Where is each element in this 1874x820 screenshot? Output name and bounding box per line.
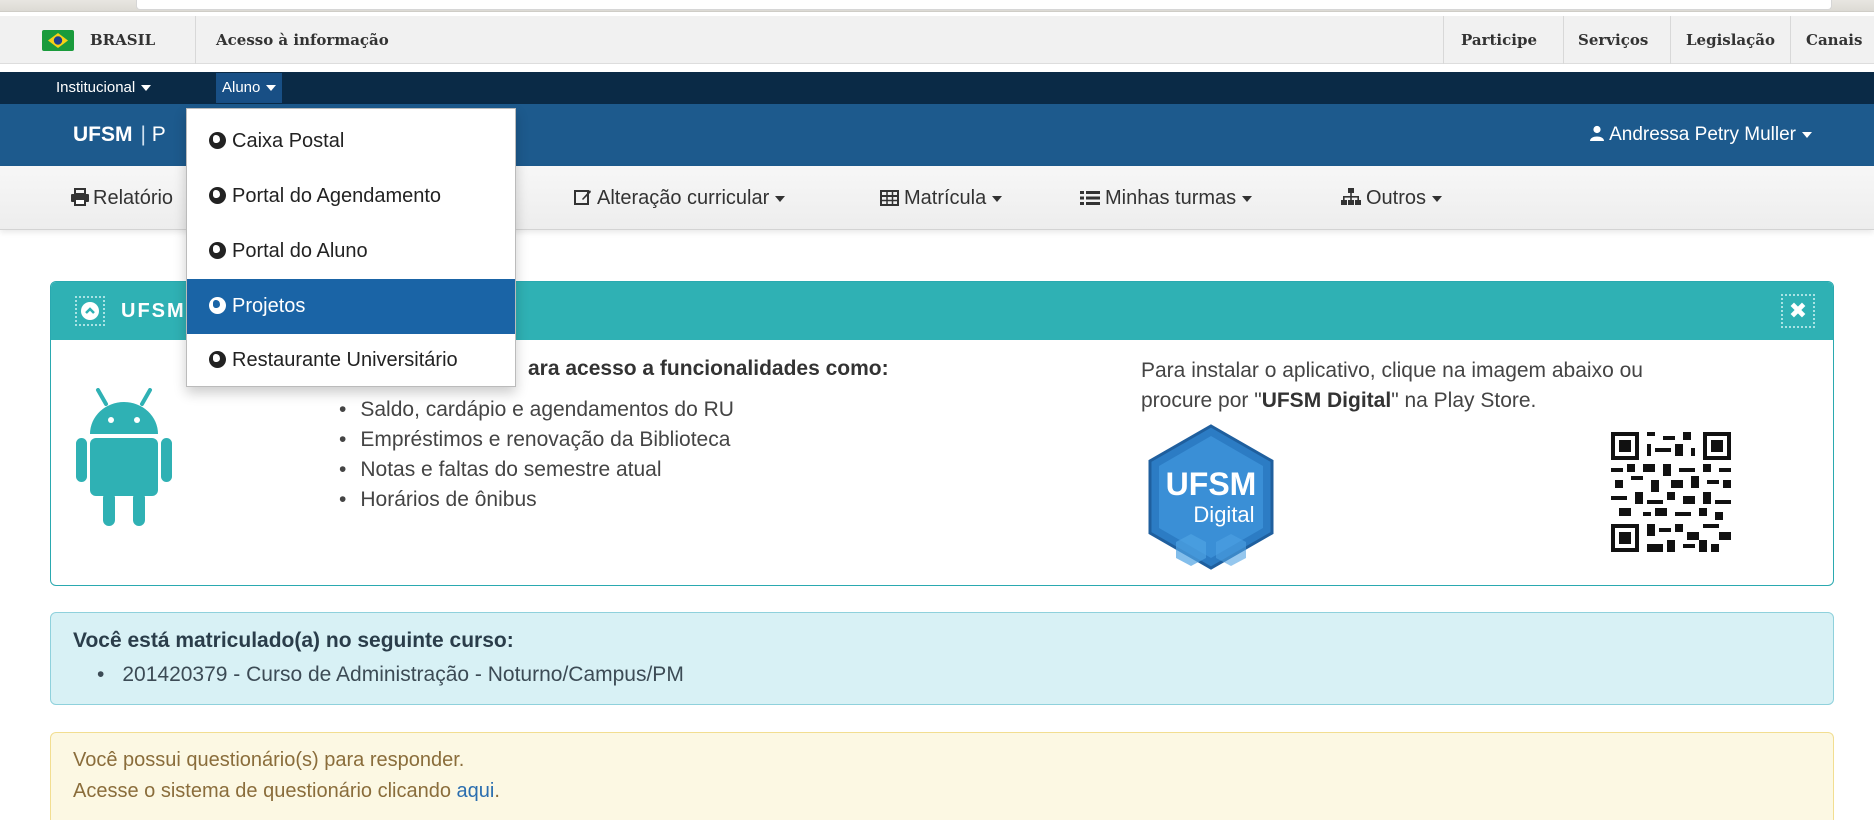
install-instructions: Para instalar o aplicativo, clique na im…: [1141, 356, 1701, 416]
features-intro: ara acesso a funcionalidades como:: [528, 357, 889, 380]
dropdown-item-portal-agendamento[interactable]: Portal do Agendamento: [187, 169, 515, 224]
logo-text-digital: Digital: [1193, 502, 1255, 527]
list-icon: [1080, 191, 1100, 205]
course-info-title: Você está matriculado(a) no seguinte cur…: [73, 629, 514, 652]
feature-item: Empréstimos e renovação da Biblioteca: [339, 425, 734, 455]
brand-suffix: P: [151, 123, 166, 146]
caret-down-icon: [992, 195, 1003, 202]
aluno-dropdown-menu: Caixa Postal Portal do Agendamento Porta…: [186, 108, 516, 387]
sitemap-icon: [1341, 188, 1361, 205]
institucional-label: Institucional: [56, 79, 136, 96]
dropdown-item-label: Projetos: [232, 295, 306, 317]
questionnaire-link[interactable]: aqui: [457, 780, 495, 802]
android-icon: [76, 388, 172, 526]
questionnaire-alert: Você possui questionário(s) para respond…: [50, 732, 1834, 820]
logo-text-ufsm: UFSM: [1165, 466, 1257, 502]
ufsm-digital-logo[interactable]: UFSM Digital: [1146, 424, 1276, 570]
dropdown-item-caixa-postal[interactable]: Caixa Postal: [187, 114, 515, 169]
close-panel-button[interactable]: ✖: [1781, 294, 1815, 328]
close-icon: ✖: [1788, 298, 1808, 323]
dropdown-item-portal-aluno[interactable]: Portal do Aluno: [187, 224, 515, 279]
feature-item: Saldo, cardápio e agendamentos do RU: [339, 395, 734, 425]
acesso-informacao-link[interactable]: Acesso à informação: [216, 16, 389, 64]
chevron-up-icon: [85, 307, 95, 314]
printer-icon: [71, 188, 89, 206]
questionnaire-message: Você possui questionário(s) para respond…: [73, 749, 465, 771]
canais-link[interactable]: Canais: [1806, 16, 1862, 64]
dropdown-item-restaurante-universitario[interactable]: Restaurante Universitário: [187, 333, 515, 388]
questionnaire-instructions-end: .: [494, 780, 500, 802]
install-app-name: UFSM Digital: [1261, 389, 1392, 412]
menu-outros[interactable]: Outros: [1341, 166, 1443, 230]
participe-link[interactable]: Participe: [1461, 16, 1537, 64]
collapse-button[interactable]: [75, 296, 105, 326]
caret-down-icon: [1432, 195, 1443, 202]
brand-label: UFSM: [73, 123, 133, 146]
institutional-bar: Institucional Aluno: [0, 72, 1874, 104]
user-name: Andressa Petry Muller: [1609, 124, 1796, 145]
feature-item: Horários de ônibus: [339, 485, 734, 515]
menu-matricula[interactable]: Matrícula: [880, 166, 1003, 230]
caret-down-icon: [266, 85, 277, 92]
globe-icon: [209, 132, 226, 149]
menu-alteracao-label: Alteração curricular: [597, 187, 770, 209]
globe-icon: [209, 187, 226, 204]
aluno-label: Aluno: [222, 79, 261, 96]
dropdown-item-label: Portal do Aluno: [232, 240, 368, 262]
caret-down-icon: [1802, 131, 1812, 138]
feature-item: Notas e faltas do semestre atual: [339, 455, 734, 485]
institucional-menu[interactable]: Institucional: [56, 72, 152, 104]
panel-title: UFSM: [121, 300, 186, 322]
user-icon: [1590, 125, 1605, 141]
brazil-flag-icon[interactable]: [42, 30, 74, 51]
brasil-link[interactable]: BRASIL: [90, 16, 155, 64]
menu-alteracao-curricular[interactable]: Alteração curricular: [574, 166, 786, 230]
user-menu[interactable]: Andressa Petry Muller: [1589, 104, 1812, 166]
government-bar: BRASIL Acesso à informação Participe Ser…: [0, 16, 1874, 64]
dropdown-item-label: Caixa Postal: [232, 130, 345, 152]
menu-relatorios-label: Relatório: [93, 187, 174, 209]
dropdown-item-label: Restaurante Universitário: [232, 349, 458, 371]
menu-outros-label: Outros: [1366, 187, 1427, 209]
legislacao-link[interactable]: Legislação: [1686, 16, 1775, 64]
menu-minhas-turmas-label: Minhas turmas: [1105, 187, 1237, 209]
qr-code-image[interactable]: [1611, 431, 1731, 553]
course-item: 201420379 - Curso de Administração - Not…: [97, 663, 683, 687]
globe-icon: [209, 242, 226, 259]
app-brand[interactable]: UFSM | P: [73, 104, 166, 166]
edit-icon: [574, 190, 591, 205]
dropdown-item-label: Portal do Agendamento: [232, 185, 442, 207]
caret-down-icon: [1242, 195, 1253, 202]
install-text-end: " na Play Store.: [1391, 389, 1537, 412]
menu-minhas-turmas[interactable]: Minhas turmas: [1080, 166, 1253, 230]
dropdown-item-projetos[interactable]: Projetos: [187, 279, 515, 334]
caret-down-icon: [775, 195, 786, 202]
table-icon: [880, 190, 899, 206]
browser-top-strip: [0, 0, 1874, 12]
globe-icon: [209, 297, 226, 314]
menu-matricula-label: Matrícula: [904, 187, 987, 209]
features-list: Saldo, cardápio e agendamentos do RU Emp…: [339, 395, 734, 515]
menu-relatorios[interactable]: Relatório: [70, 166, 173, 230]
caret-down-icon: [141, 85, 152, 92]
questionnaire-instructions-text: Acesse o sistema de questionário clicand…: [73, 780, 457, 802]
servicos-link[interactable]: Serviços: [1578, 16, 1648, 64]
questionnaire-instructions: Acesse o sistema de questionário clicand…: [73, 780, 500, 803]
globe-icon: [209, 351, 226, 368]
course-info-box: Você está matriculado(a) no seguinte cur…: [50, 612, 1834, 705]
aluno-menu[interactable]: Aluno: [216, 73, 283, 103]
